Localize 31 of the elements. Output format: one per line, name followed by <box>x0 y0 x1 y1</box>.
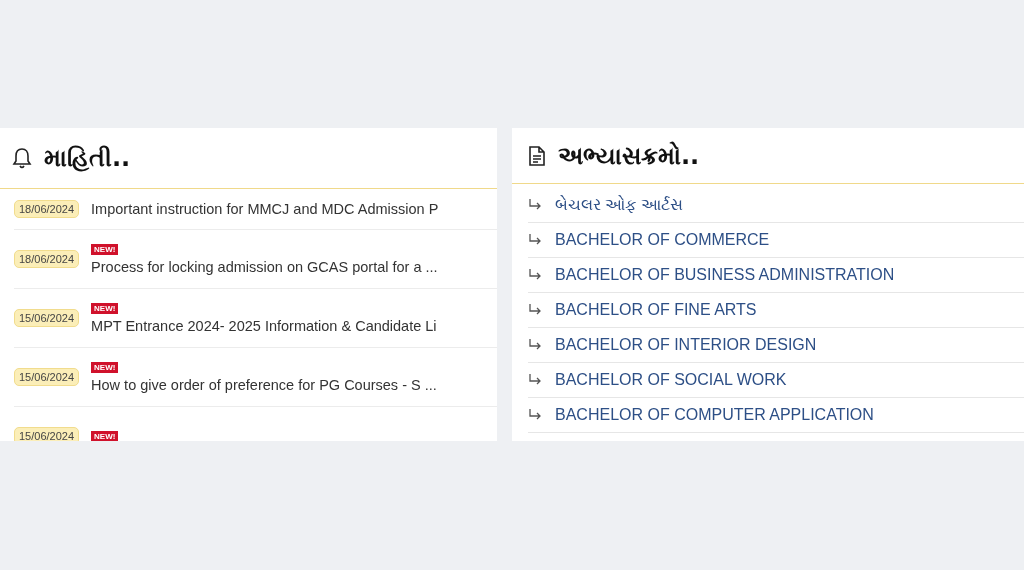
document-icon <box>528 144 546 167</box>
course-link[interactable]: BACHELOR OF SOCIAL WORK <box>555 371 787 389</box>
arrow-icon <box>528 269 542 281</box>
arrow-icon <box>528 304 542 316</box>
date-badge: 15/06/2024 <box>14 309 80 327</box>
course-link[interactable]: BACHELOR OF COMMERCE <box>555 231 770 249</box>
course-link[interactable]: BACHELOR OF COMPUTER APPLICATION <box>555 406 874 424</box>
new-badge: NEW! <box>91 243 119 255</box>
new-badge: NEW! <box>91 361 119 373</box>
arrow-icon <box>528 409 542 421</box>
notice-link[interactable]: How to give order of preference for PG Courses - S ... <box>91 376 437 393</box>
panel-title: માહિતી.. <box>44 144 131 172</box>
course-link[interactable]: BACHELOR OF BUSINESS ADMINISTRATION <box>555 266 895 284</box>
arrow-icon <box>528 374 542 386</box>
arrow-icon <box>528 199 542 211</box>
course-link[interactable]: BACHELOR OF FINE ARTS <box>555 301 757 319</box>
date-badge: 15/06/2024 <box>14 368 80 386</box>
new-badge: NEW! <box>91 430 119 441</box>
course-link[interactable]: બેચલર ઓફ આર્ટસ <box>555 196 683 214</box>
arrow-icon <box>528 234 542 246</box>
panel-title: અભ્યાસક્રમો.. <box>558 141 700 170</box>
notice-link[interactable]: Process for locking admission on GCAS portal for a ... <box>91 258 438 275</box>
date-badge: 15/06/2024 <box>14 427 80 441</box>
bell-icon <box>12 147 32 169</box>
notice-link[interactable]: Important instruction for MMCJ and MDC Admission P <box>91 201 439 217</box>
date-badge: 18/06/2024 <box>14 250 80 268</box>
notice-link[interactable]: MPT Entrance 2024- 2025 Information & Candidate Li <box>91 317 437 334</box>
course-link[interactable]: BACHELOR OF INTERIOR DESIGN <box>555 336 817 354</box>
new-badge: NEW! <box>91 302 119 314</box>
arrow-icon <box>528 339 542 351</box>
date-badge: 18/06/2024 <box>14 200 80 218</box>
